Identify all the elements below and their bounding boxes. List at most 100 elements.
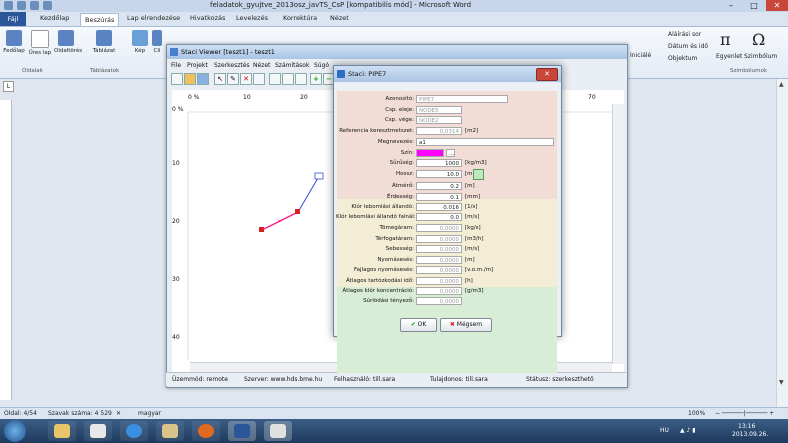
tab-levelezes[interactable]: Levelezés	[236, 14, 268, 22]
field-input: NODE2	[416, 116, 462, 124]
szimbolum-button[interactable]: Szimbólum	[744, 53, 777, 60]
tab-lap-elrendezese[interactable]: Lap elrendezése	[127, 14, 180, 22]
viewer-title: Staci Viewer [teszt1] - teszt1	[181, 48, 275, 56]
iniciale-button[interactable]: Iniciálé	[630, 52, 651, 59]
oldaltores-button[interactable]: Oldaltörés	[54, 30, 82, 54]
field-label: Azonosító:	[385, 96, 414, 102]
alairas-sor-button[interactable]: Aláírási sor	[668, 31, 701, 38]
close-button[interactable]: ✕	[766, 0, 788, 11]
kep-button[interactable]: Kép	[128, 30, 152, 54]
move-icon[interactable]	[282, 73, 294, 85]
tab-fajl[interactable]: Fájl	[0, 12, 26, 26]
field-label: Referencia keresztmetszet:	[339, 128, 414, 134]
tab-korrektura[interactable]: Korrektúra	[283, 14, 317, 22]
field-input[interactable]: a1	[416, 138, 554, 146]
menu-nezet[interactable]: Nézet	[253, 62, 270, 69]
pool-icon[interactable]	[314, 172, 324, 180]
taskbar-chess[interactable]	[156, 421, 184, 441]
clip-button[interactable]: Cli	[150, 30, 164, 54]
menu-szamitasok[interactable]: Számítások	[275, 62, 309, 69]
vertical-ruler	[0, 100, 12, 400]
tab-kezdolap[interactable]: Kezdőlap	[40, 14, 69, 22]
pipe-blue[interactable]	[297, 177, 319, 213]
maximize-button[interactable]: □	[743, 0, 765, 11]
egyenlet-button[interactable]: Egyenlet	[716, 53, 742, 60]
pointer-icon[interactable]: ↖	[214, 73, 226, 85]
menu-szerkesztes[interactable]: Szerkesztés	[214, 62, 250, 69]
status-server: Szerver: www.hds.bme.hu	[244, 376, 323, 383]
node-node5[interactable]	[259, 227, 264, 232]
field-label: Térfogatáram:	[375, 236, 414, 242]
field-input[interactable]: 0.1	[416, 193, 462, 201]
save-icon[interactable]	[17, 1, 26, 10]
grid-icon[interactable]	[253, 73, 265, 85]
select-icon[interactable]	[295, 73, 307, 85]
canvas-vertical-scrollbar[interactable]	[612, 104, 624, 364]
save-icon[interactable]	[197, 73, 209, 85]
ures-lap-button[interactable]: Üres lap	[28, 30, 52, 56]
color-swatch[interactable]	[416, 149, 444, 157]
tray-time[interactable]: 13:16	[738, 423, 755, 430]
status-zoom[interactable]: 100%	[688, 410, 705, 417]
tab-beszuras[interactable]: Beszúrás	[80, 13, 120, 26]
datum-es-ido-button[interactable]: Dátum és idő	[668, 43, 708, 50]
objektum-button[interactable]: Objektum	[668, 55, 697, 62]
field-input[interactable]: 10.0	[416, 170, 462, 178]
tablazat-button[interactable]: Táblázat	[92, 30, 116, 54]
field-input[interactable]: 0.2	[416, 182, 462, 190]
tray-date[interactable]: 2013.09.26.	[732, 431, 768, 438]
redo-icon[interactable]	[43, 1, 52, 10]
length-calc-button[interactable]	[473, 169, 484, 180]
node-node2[interactable]	[295, 209, 300, 214]
system-tray: HU ▲ ♪ ▮ 13:16 2013.09.26.	[660, 422, 788, 440]
cancel-button[interactable]: ✖ Mégsem	[440, 318, 492, 332]
zoom-slider[interactable]: − ──────|────── +	[715, 410, 774, 417]
status-language[interactable]: magyar	[138, 410, 161, 417]
taskbar-media[interactable]	[84, 421, 112, 441]
ruler-toggle-button[interactable]: L	[3, 81, 14, 92]
color-picker-button[interactable]: …	[446, 149, 455, 157]
field-input[interactable]: 0.0	[416, 213, 462, 221]
field-unit: [mm]	[465, 194, 481, 200]
taskbar-ie[interactable]	[120, 421, 148, 441]
field-label: Klór lebomlási állandó falnál:	[336, 214, 416, 220]
taskbar-java[interactable]	[264, 421, 292, 441]
pencil-icon[interactable]: ✎	[227, 73, 239, 85]
minimize-button[interactable]: –	[720, 0, 742, 11]
scroll-down-icon[interactable]: ▼	[779, 379, 784, 386]
zoom-icon[interactable]	[269, 73, 281, 85]
open-folder-icon[interactable]	[184, 73, 196, 85]
fedolap-button[interactable]: Fedőlap	[2, 30, 26, 54]
table-icon	[96, 30, 112, 46]
word-vertical-scrollbar[interactable]: ▲ ▼	[776, 79, 788, 407]
taskbar-explorer[interactable]	[48, 421, 76, 441]
ok-button[interactable]: ✔ OK	[400, 318, 437, 332]
word-icon[interactable]	[4, 1, 13, 10]
field-label: Átmérő:	[391, 183, 414, 189]
field-unit: [1/s]	[465, 204, 478, 210]
tray-language[interactable]: HU	[660, 427, 669, 434]
menu-file[interactable]: File	[171, 62, 181, 69]
delete-icon[interactable]: ✕	[240, 73, 252, 85]
menu-sugo[interactable]: Súgó	[314, 62, 329, 69]
status-words[interactable]: Szavak száma: 4 529	[48, 410, 112, 417]
field-input[interactable]: 0.016	[416, 203, 462, 211]
java-icon	[270, 424, 286, 438]
tray-icons[interactable]: ▲ ♪ ▮	[680, 427, 696, 434]
scroll-up-icon[interactable]: ▲	[779, 81, 784, 88]
new-file-icon[interactable]	[171, 73, 183, 85]
dialog-title: Staci: PIPE7	[348, 70, 387, 78]
undo-icon[interactable]	[30, 1, 39, 10]
tab-nezet[interactable]: Nézet	[330, 14, 349, 22]
taskbar-firefox[interactable]	[192, 421, 220, 441]
field-input: 0,0000	[416, 277, 462, 285]
dialog-close-button[interactable]: ✕	[536, 68, 558, 81]
tab-hivatkozas[interactable]: Hivatkozás	[190, 14, 225, 22]
menu-projekt[interactable]: Projekt	[187, 62, 208, 69]
zoom-in-icon[interactable]: +	[310, 73, 322, 85]
start-button[interactable]	[4, 420, 26, 442]
status-page[interactable]: Oldal: 4/54	[4, 410, 37, 417]
taskbar-word[interactable]	[228, 421, 256, 441]
field-input[interactable]: 1000	[416, 159, 462, 167]
spellcheck-icon[interactable]: ✕	[116, 410, 121, 417]
